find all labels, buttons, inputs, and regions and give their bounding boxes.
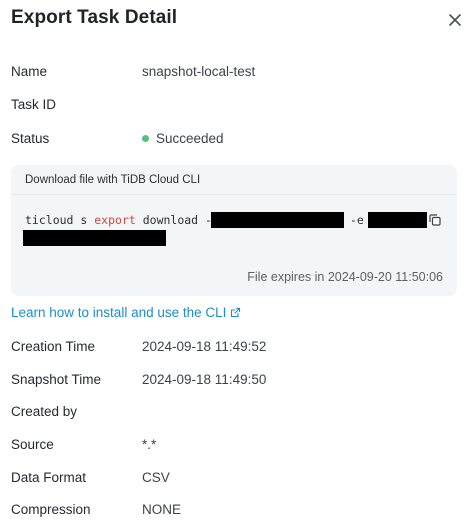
copy-command-button[interactable] [428, 213, 442, 227]
status-dot-icon [142, 135, 149, 142]
close-icon [449, 14, 461, 26]
cli-command-box: Download file with TiDB Cloud CLI ticlou… [11, 165, 457, 296]
redacted-cluster-id [211, 212, 344, 228]
detail-value: NONE [142, 502, 182, 517]
detail-value: *.* [142, 437, 157, 452]
cmd-flag-e: -e [350, 213, 364, 227]
learn-cli-link[interactable]: Learn how to install and use the CLI [11, 304, 241, 322]
redacted-command-tail [23, 230, 166, 246]
redacted-export-id [368, 212, 427, 228]
detail-value: 2024-09-18 11:49:50 [142, 372, 267, 387]
cli-box-heading: Download file with TiDB Cloud CLI [11, 165, 457, 195]
status-text: Succeeded [156, 131, 224, 146]
detail-value: 2024-09-18 11:49:52 [142, 339, 267, 354]
detail-label: Snapshot Time [11, 372, 102, 387]
learn-cli-link-text: Learn how to install and use the CLI [11, 305, 227, 320]
export-task-detail-panel: Export Task Detail Name snapshot-local-t… [0, 0, 474, 528]
detail-label: Created by [11, 404, 78, 419]
panel-title: Export Task Detail [11, 7, 178, 28]
external-link-icon [231, 307, 241, 318]
status-badge: Succeeded [142, 129, 224, 149]
detail-label: Creation Time [11, 339, 96, 354]
detail-label: Status [11, 131, 50, 146]
detail-label: Data Format [11, 470, 87, 485]
detail-value: CSV [142, 470, 170, 485]
detail-label: Compression [11, 502, 91, 517]
detail-label: Source [11, 437, 54, 452]
close-button[interactable] [444, 9, 466, 31]
cmd-rest: download -c [135, 213, 219, 227]
file-expiry-text: File expires in 2024-09-20 11:50:06 [247, 270, 443, 284]
detail-label: Name [11, 64, 48, 79]
detail-label: Task ID [11, 97, 57, 112]
cmd-prefix: ticloud s [25, 213, 95, 227]
cmd-keyword: export [94, 213, 136, 227]
copy-icon [429, 214, 441, 226]
cli-command-line: ticloud s export download -c [25, 212, 219, 228]
detail-value: snapshot-local-test [142, 64, 256, 79]
